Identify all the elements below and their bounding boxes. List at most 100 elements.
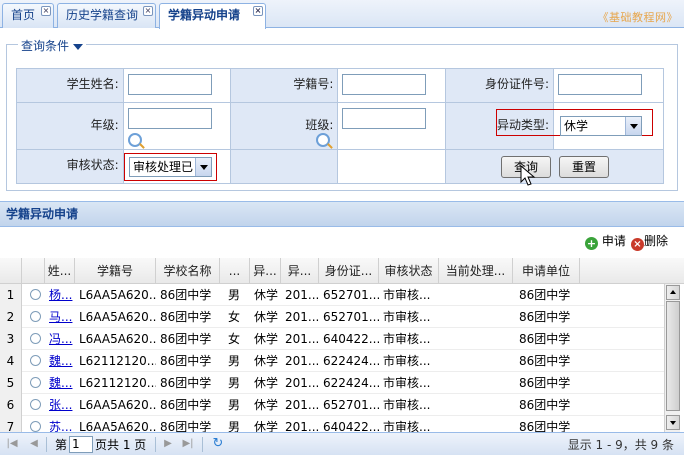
student-name-link[interactable]: 马...: [45, 306, 75, 328]
student-name-link[interactable]: 冯...: [45, 328, 75, 350]
cell-school: 86团中学: [160, 398, 212, 412]
close-icon[interactable]: ×: [41, 6, 51, 16]
cell-apply-unit: 86团中学: [519, 288, 571, 302]
apply-button[interactable]: + 申请: [585, 233, 626, 250]
row-radio[interactable]: [30, 311, 41, 322]
cell-current-handler: [439, 284, 513, 306]
column-header[interactable]: 学籍号: [75, 258, 156, 284]
student-name-link[interactable]: 魏...: [45, 350, 75, 372]
row-number: 2: [0, 306, 22, 328]
tab-history-query[interactable]: 历史学籍查询 ×: [57, 3, 156, 28]
header-select: [22, 258, 45, 284]
close-icon[interactable]: ×: [253, 6, 263, 16]
student-no-input[interactable]: [342, 74, 427, 95]
column-header[interactable]: 当前处理...: [439, 258, 513, 284]
column-header[interactable]: 学校名称: [156, 258, 220, 284]
cell-change-type: 休学: [254, 288, 279, 302]
row-radio[interactable]: [30, 377, 41, 388]
row-number: 1: [0, 284, 22, 306]
cell-school: 86团中学: [160, 420, 212, 432]
column-header[interactable]: 审核状态: [379, 258, 439, 284]
tab-home-label: 首页: [11, 8, 36, 22]
cell-current-handler: [439, 306, 513, 328]
table-row[interactable]: 3 冯... L6AA5A620... 86团中学 女 休学 201... 64…: [0, 328, 664, 350]
add-icon: +: [585, 237, 598, 250]
last-page-icon[interactable]: ▶|: [182, 438, 194, 450]
student-name-link[interactable]: 苏...: [45, 416, 75, 432]
review-status-select[interactable]: 审核处理已: [129, 157, 212, 177]
cell-current-handler: [439, 394, 513, 416]
refresh-icon[interactable]: ↻: [212, 437, 224, 450]
table-row[interactable]: 2 马... L6AA5A620... 86团中学 女 休学 201... 65…: [0, 306, 664, 328]
column-header[interactable]: 身份证...: [319, 258, 379, 284]
column-header[interactable]: 异...: [250, 258, 281, 284]
arrow-down-icon: [670, 421, 676, 425]
id-card-input[interactable]: [558, 74, 643, 95]
next-page-icon[interactable]: ▶: [162, 438, 174, 450]
row-number: 7: [0, 416, 22, 432]
delete-button[interactable]: × 删除: [631, 233, 668, 251]
grid-body: 1 杨... L6AA5A620... 86团中学 男 休学 201... 65…: [0, 284, 664, 432]
cell-current-handler: [439, 372, 513, 394]
cell-apply-unit: 86团中学: [519, 354, 571, 368]
first-page-icon[interactable]: |◀: [6, 438, 18, 450]
column-header[interactable]: 申请单位: [513, 258, 580, 284]
cell-id-card: 622424...: [323, 354, 379, 368]
dropdown-arrow-icon[interactable]: [195, 158, 211, 176]
grade-input[interactable]: [127, 108, 212, 129]
cell-gender: 男: [228, 354, 241, 368]
row-radio[interactable]: [30, 355, 41, 366]
scroll-thumb[interactable]: [666, 301, 680, 411]
cell-change-type: 休学: [254, 332, 279, 346]
dropdown-arrow-icon[interactable]: [625, 117, 641, 135]
student-name-link[interactable]: 杨...: [45, 284, 75, 306]
pager-separator: [46, 437, 47, 452]
change-type-value: 休学: [564, 119, 589, 133]
table-row[interactable]: 6 张... L6AA5A620... 86团中学 男 休学 201... 65…: [0, 394, 664, 416]
class-input[interactable]: [342, 108, 427, 129]
reset-button[interactable]: 重置: [559, 156, 609, 178]
row-number: 4: [0, 350, 22, 372]
column-header[interactable]: ...: [220, 258, 250, 284]
close-icon[interactable]: ×: [143, 6, 153, 16]
column-header[interactable]: 异...: [281, 258, 319, 284]
cell-student-no: L62112120...: [79, 354, 156, 368]
scroll-down-button[interactable]: [666, 415, 680, 430]
row-radio[interactable]: [30, 421, 41, 432]
table-row[interactable]: 5 魏... L62112120... 86团中学 男 休学 201... 62…: [0, 372, 664, 394]
cell-review-status: 市审核...: [383, 376, 431, 390]
cell-review-status: 市审核...: [383, 310, 431, 324]
cell-date: 201...: [285, 398, 319, 412]
page-number-input[interactable]: 1: [69, 436, 93, 453]
change-type-select[interactable]: 休学: [560, 116, 642, 136]
row-radio[interactable]: [30, 333, 41, 344]
row-radio[interactable]: [30, 399, 41, 410]
cell-gender: 男: [228, 398, 241, 412]
tab-status-change-apply[interactable]: 学籍异动申请 ×: [159, 3, 266, 29]
class-lookup-icon[interactable]: [316, 133, 330, 147]
query-legend[interactable]: 查询条件: [18, 37, 87, 54]
student-name-link[interactable]: 张...: [45, 394, 75, 416]
caret-down-icon: [73, 43, 84, 50]
grade-lookup-icon[interactable]: [128, 133, 142, 147]
tab-home[interactable]: 首页 ×: [2, 3, 54, 28]
cell-school: 86团中学: [160, 288, 212, 302]
row-radio[interactable]: [30, 289, 41, 300]
table-row[interactable]: 1 杨... L6AA5A620... 86团中学 男 休学 201... 65…: [0, 284, 664, 306]
student-name-link[interactable]: 魏...: [45, 372, 75, 394]
cell-gender: 男: [228, 376, 241, 390]
student-name-input[interactable]: [127, 74, 212, 95]
cell-change-type: 休学: [254, 398, 279, 412]
prev-page-icon[interactable]: ◀: [28, 438, 40, 450]
table-row[interactable]: 7 苏... L6AA5A620... 86团中学 男 休学 201... 64…: [0, 416, 664, 432]
table-row[interactable]: 4 魏... L62112120... 86团中学 男 休学 201... 62…: [0, 350, 664, 372]
row-number: 5: [0, 372, 22, 394]
cell-date: 201...: [285, 420, 319, 432]
tab-status-change-apply-label: 学籍异动申请: [168, 8, 241, 22]
tab-history-query-label: 历史学籍查询: [66, 8, 139, 22]
scroll-up-button[interactable]: [666, 285, 680, 300]
column-header[interactable]: 姓...: [45, 258, 75, 284]
cell-apply-unit: 86团中学: [519, 398, 571, 412]
cell-student-no: L6AA5A620...: [79, 310, 156, 324]
grid-vertical-scrollbar[interactable]: [664, 284, 680, 432]
